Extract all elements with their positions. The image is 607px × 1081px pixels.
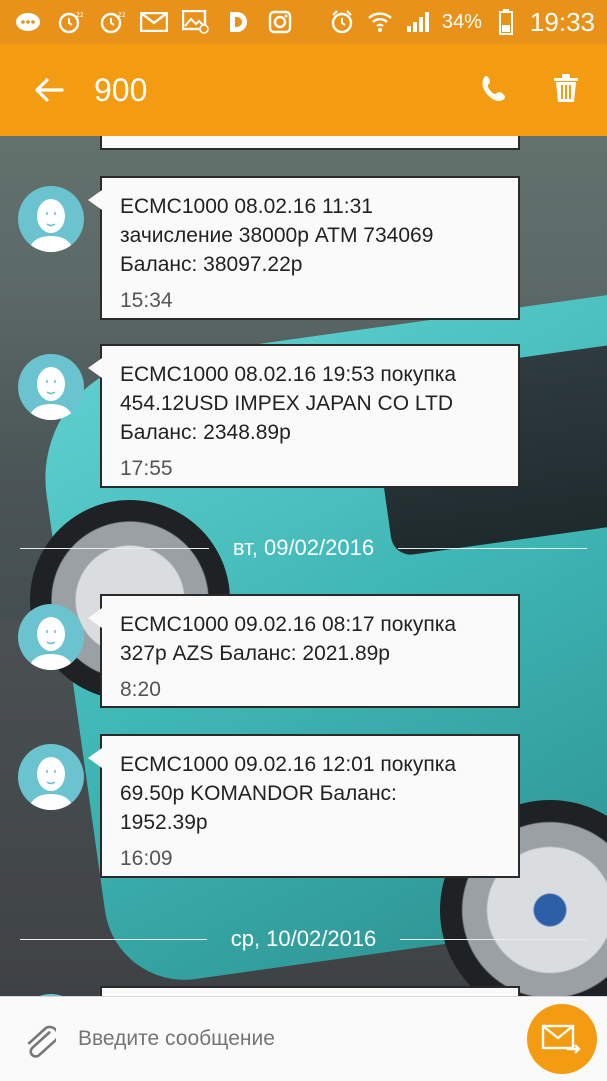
contact-avatar-icon (18, 744, 84, 810)
delete-icon[interactable] (553, 73, 579, 107)
battery-percentage: 34% (441, 10, 482, 33)
compose-bar (0, 996, 607, 1081)
message-input[interactable] (76, 1026, 527, 1052)
message-bubble-partial (100, 986, 520, 996)
message-time: 16:09 (120, 847, 173, 870)
chat-icon (14, 9, 42, 35)
date-divider: ср, 10/02/2016 (0, 924, 607, 954)
svg-text:zz: zz (76, 10, 83, 19)
send-message-icon[interactable] (527, 1004, 597, 1074)
app-bar: 900 (0, 44, 607, 136)
alarm-icon (328, 9, 356, 35)
message-time: 15:34 (120, 289, 173, 312)
message-bubble: ECMC1000 08.02.16 19:53 покупка 454.12US… (88, 344, 520, 488)
message-thread[interactable]: ECMC1000 08.02.16 11:31 зачисление 38000… (0, 136, 607, 996)
d-app-icon (224, 9, 252, 35)
message-bubble: ECMC1000 09.02.16 12:01 покупка 69.50р K… (88, 734, 520, 878)
message-text: ECMC1000 09.02.16 08:17 покупка 327р AZS… (120, 613, 457, 665)
conversation-title: 900 (94, 71, 148, 108)
mail-icon (140, 9, 168, 35)
svg-text:zz: zz (118, 10, 125, 19)
date-divider-label: вт, 09/02/2016 (232, 535, 375, 560)
back-arrow-icon[interactable] (26, 67, 72, 113)
phone-icon[interactable] (481, 74, 507, 107)
wifi-icon (366, 9, 394, 35)
alarm-icon: zz (98, 9, 126, 35)
battery-icon (492, 9, 520, 35)
message-bubble: ECMC1000 08.02.16 11:31 зачисление 38000… (88, 176, 520, 320)
contact-avatar-icon (18, 354, 84, 420)
attachment-icon[interactable] (18, 1017, 62, 1061)
message-text: ECMC1000 09.02.16 12:01 покупка 69.50р K… (120, 753, 457, 834)
message-time: 17:55 (120, 457, 173, 480)
date-divider-label: ср, 10/02/2016 (230, 926, 377, 951)
signal-icon (404, 9, 432, 35)
clock: 19:33 (529, 6, 595, 37)
message-bubble-partial (100, 136, 520, 150)
alarm-icon: zz (56, 9, 84, 35)
message-text: ECMC1000 08.02.16 11:31 зачисление 38000… (120, 195, 434, 276)
instagram-icon (266, 9, 294, 35)
contact-avatar-icon (18, 186, 84, 252)
date-divider: вт, 09/02/2016 (0, 533, 607, 563)
message-text: ECMC1000 08.02.16 19:53 покупка 454.12US… (120, 363, 457, 444)
status-bar: zz zz 34% 19:33 (0, 0, 607, 44)
message-bubble: ECMC1000 09.02.16 08:17 покупка 327р AZS… (88, 594, 520, 708)
contact-avatar-icon (18, 604, 84, 670)
message-time: 8:20 (120, 678, 161, 701)
image-mail-icon (182, 9, 210, 35)
